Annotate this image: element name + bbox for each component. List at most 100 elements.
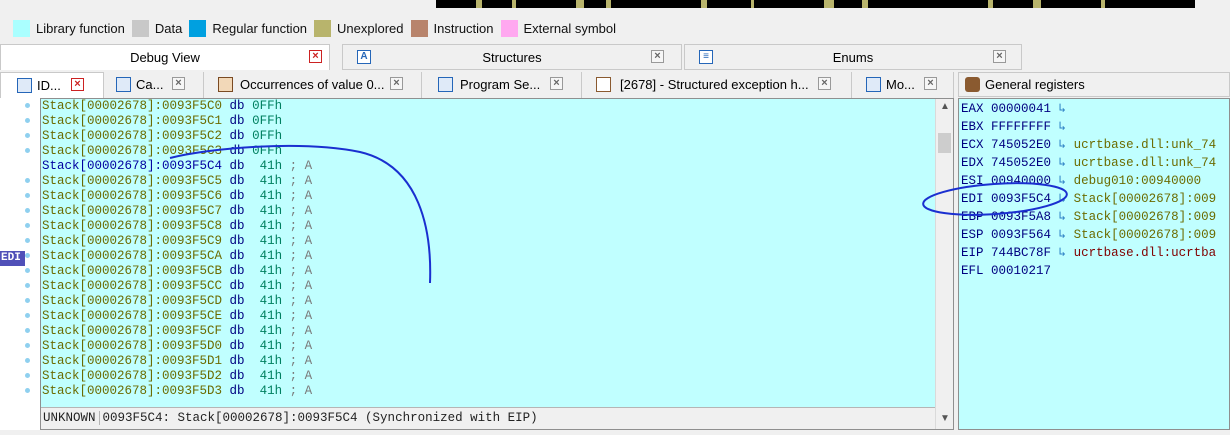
disassembly-line[interactable]: Stack[00002678]:0093F5CC db 41h ; A: [41, 279, 935, 294]
navigation-band-segment[interactable]: [611, 0, 701, 8]
navigation-band-segment[interactable]: [1033, 0, 1041, 8]
disassembly-line[interactable]: Stack[00002678]:0093F5D1 db 41h ; A: [41, 354, 935, 369]
disassembly-line[interactable]: Stack[00002678]:0093F5C5 db 41h ; A: [41, 174, 935, 189]
register-row[interactable]: EBX FFFFFFFF ↳: [961, 118, 1074, 136]
register-value[interactable]: 744BC78F: [991, 246, 1051, 260]
scroll-up-icon[interactable]: ▲: [936, 99, 953, 115]
line-dot[interactable]: [25, 268, 30, 273]
register-row[interactable]: ECX 745052E0 ↳ ucrtbase.dll:unk_74: [961, 136, 1216, 154]
disassembly-line[interactable]: Stack[00002678]:0093F5CE db 41h ; A: [41, 309, 935, 324]
tab-program-segmentation[interactable]: Program Se... ×: [422, 72, 582, 98]
general-registers-header[interactable]: General registers: [958, 72, 1230, 97]
close-icon[interactable]: ×: [993, 50, 1006, 63]
navigation-band-segment[interactable]: [707, 0, 751, 8]
line-dot[interactable]: [25, 388, 30, 393]
tab-debug-view[interactable]: Debug View ×: [0, 44, 330, 70]
register-value[interactable]: 00010217: [991, 264, 1051, 278]
register-row[interactable]: EDX 745052E0 ↳ ucrtbase.dll:unk_74: [961, 154, 1216, 172]
register-target[interactable]: ucrtbase.dll:unk_74: [1074, 138, 1217, 152]
register-target[interactable]: debug010:00940000: [1074, 174, 1202, 188]
line-dot[interactable]: [25, 118, 30, 123]
tab-enums[interactable]: ≡ Enums ×: [684, 44, 1022, 70]
disassembly-line[interactable]: Stack[00002678]:0093F5C1 db 0FFh: [41, 114, 935, 129]
register-value[interactable]: 0093F564: [991, 228, 1051, 242]
general-registers-panel[interactable]: EAX 00000041 ↳ EBX FFFFFFFF ↳ ECX 745052…: [958, 98, 1230, 430]
tab-ida-view[interactable]: ID... ×: [0, 72, 104, 98]
register-target[interactable]: ucrtbase.dll:ucrtba: [1074, 246, 1217, 260]
disassembly-line[interactable]: Stack[00002678]:0093F5C8 db 41h ; A: [41, 219, 935, 234]
navigation-band[interactable]: [0, 0, 1230, 10]
close-icon[interactable]: ×: [550, 77, 563, 90]
line-dot[interactable]: [25, 208, 30, 213]
register-value[interactable]: 00940000: [991, 174, 1051, 188]
navigation-band-segment[interactable]: [824, 0, 834, 8]
line-dot[interactable]: [25, 103, 30, 108]
line-dot[interactable]: [25, 223, 30, 228]
navigation-band-segment[interactable]: [993, 0, 1033, 8]
register-value[interactable]: 0093F5A8: [991, 210, 1051, 224]
register-row[interactable]: EDI 0093F5C4 ↳ Stack[00002678]:009: [961, 190, 1216, 208]
tab-call-stack[interactable]: Ca... ×: [104, 72, 204, 98]
register-value[interactable]: 745052E0: [991, 156, 1051, 170]
line-dot[interactable]: [25, 238, 30, 243]
jump-arrow-icon[interactable]: ↳: [1051, 156, 1074, 170]
register-row[interactable]: EAX 00000041 ↳: [961, 100, 1074, 118]
navigation-band-segment[interactable]: [436, 0, 476, 8]
line-dot[interactable]: [25, 193, 30, 198]
navigation-band-segment[interactable]: [516, 0, 576, 8]
disassembly-line[interactable]: Stack[00002678]:0093F5C3 db 0FFh: [41, 144, 935, 159]
jump-arrow-icon[interactable]: ↳: [1051, 192, 1074, 206]
line-dot[interactable]: [25, 313, 30, 318]
disassembly-line[interactable]: Stack[00002678]:0093F5CF db 41h ; A: [41, 324, 935, 339]
register-target[interactable]: Stack[00002678]:009: [1074, 228, 1217, 242]
close-icon[interactable]: ×: [651, 50, 664, 63]
register-value[interactable]: 745052E0: [991, 138, 1051, 152]
register-target[interactable]: Stack[00002678]:009: [1074, 192, 1217, 206]
line-dot[interactable]: [25, 298, 30, 303]
tab-occurrences[interactable]: Occurrences of value 0... ×: [204, 72, 422, 98]
disassembly-line[interactable]: Stack[00002678]:0093F5C2 db 0FFh: [41, 129, 935, 144]
disassembly-line[interactable]: Stack[00002678]:0093F5D3 db 41h ; A: [41, 384, 935, 399]
register-row[interactable]: EIP 744BC78F ↳ ucrtbase.dll:ucrtba: [961, 244, 1216, 262]
close-icon[interactable]: ×: [172, 77, 185, 90]
navigation-band-segment[interactable]: [1041, 0, 1101, 8]
disassembly-line[interactable]: Stack[00002678]:0093F5CB db 41h ; A: [41, 264, 935, 279]
jump-arrow-icon[interactable]: ↳: [1051, 228, 1074, 242]
disassembly-line[interactable]: Stack[00002678]:0093F5D0 db 41h ; A: [41, 339, 935, 354]
tab-modules[interactable]: Mo... ×: [852, 72, 954, 98]
disassembly-line[interactable]: Stack[00002678]:0093F5C7 db 41h ; A: [41, 204, 935, 219]
line-dot[interactable]: [25, 283, 30, 288]
jump-arrow-icon[interactable]: ↳: [1051, 246, 1074, 260]
jump-arrow-icon[interactable]: ↳: [1051, 138, 1074, 152]
close-icon[interactable]: ×: [309, 50, 322, 63]
navigation-band-segment[interactable]: [868, 0, 988, 8]
register-row[interactable]: EFL 00010217: [961, 262, 1051, 280]
jump-arrow-icon[interactable]: ↳: [1051, 174, 1074, 188]
disassembly-line[interactable]: Stack[00002678]:0093F5D2 db 41h ; A: [41, 369, 935, 384]
disassembly-line[interactable]: Stack[00002678]:0093F5CA db 41h ; A: [41, 249, 935, 264]
navigation-band-segment[interactable]: [584, 0, 606, 8]
close-icon[interactable]: ×: [818, 77, 831, 90]
line-dot[interactable]: [25, 373, 30, 378]
register-value[interactable]: 0093F5C4: [991, 192, 1051, 206]
register-row[interactable]: ESI 00940000 ↳ debug010:00940000: [961, 172, 1201, 190]
register-row[interactable]: EBP 0093F5A8 ↳ Stack[00002678]:009: [961, 208, 1216, 226]
jump-arrow-icon[interactable]: ↳: [1051, 120, 1074, 134]
scrollbar-thumb[interactable]: [938, 133, 951, 153]
disassembly-line[interactable]: Stack[00002678]:0093F5CD db 41h ; A: [41, 294, 935, 309]
register-value[interactable]: FFFFFFFF: [991, 120, 1051, 134]
disassembly-line[interactable]: Stack[00002678]:0093F5C0 db 0FFh: [41, 99, 935, 114]
register-target[interactable]: ucrtbase.dll:unk_74: [1074, 156, 1217, 170]
line-dot[interactable]: [25, 328, 30, 333]
navigation-band-segment[interactable]: [754, 0, 824, 8]
scroll-down-icon[interactable]: ▼: [936, 411, 953, 427]
line-dot[interactable]: [25, 343, 30, 348]
navigation-band-segment[interactable]: [1105, 0, 1145, 8]
tab-structures[interactable]: A Structures ×: [342, 44, 682, 70]
close-icon[interactable]: ×: [71, 78, 84, 91]
line-dot[interactable]: [25, 148, 30, 153]
navigation-band-segment[interactable]: [482, 0, 512, 8]
navigation-band-bar[interactable]: [436, 0, 1195, 8]
line-dot[interactable]: [25, 358, 30, 363]
register-value[interactable]: 00000041: [991, 102, 1051, 116]
